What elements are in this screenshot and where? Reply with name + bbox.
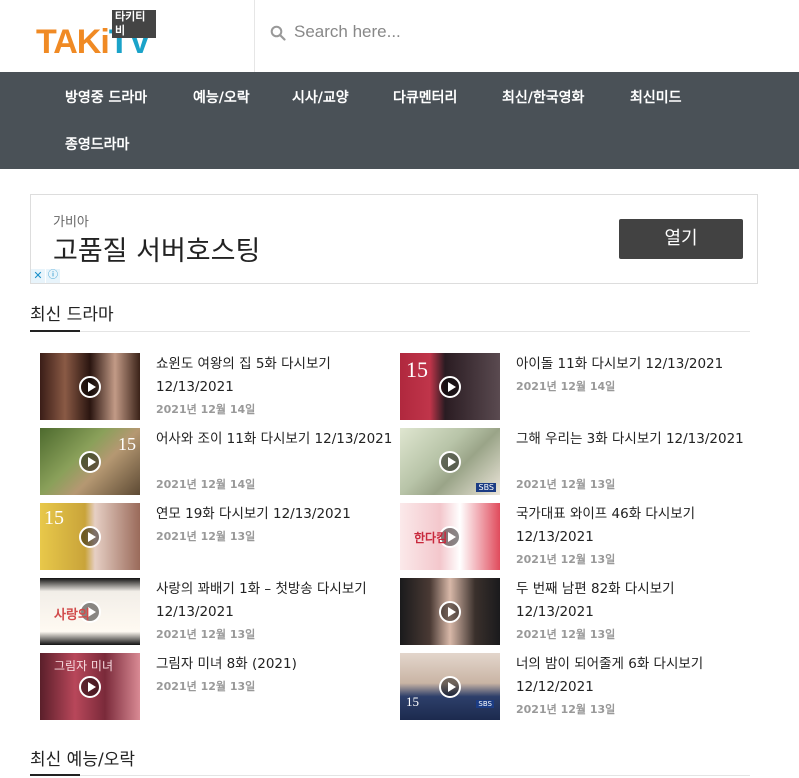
ad-open-button[interactable]: 열기 <box>619 219 743 259</box>
list-item: 15 어사와 조이 11화 다시보기 12/13/2021 2021년 12월 … <box>40 428 395 498</box>
sbs-logo-icon: SBS <box>476 483 496 492</box>
play-icon <box>79 451 101 473</box>
logo-subtitle: 타키티비 <box>112 10 156 38</box>
post-thumbnail[interactable]: 15 <box>40 503 140 570</box>
post-title[interactable]: 사랑의 꽈배기 1화 – 첫방송 다시보기 12/13/2021 <box>156 578 396 624</box>
post-thumbnail[interactable]: 그림자 미녀 <box>40 653 140 720</box>
post-title[interactable]: 쇼윈도 여왕의 집 5화 다시보기 12/13/2021 <box>156 353 396 399</box>
ad-close-icon[interactable]: ✕ <box>31 269 45 283</box>
ad-info-icon[interactable]: ⓘ <box>46 269 60 283</box>
play-icon <box>439 676 461 698</box>
nav-item-airing-drama[interactable]: 방영중 드라마 <box>65 89 147 107</box>
post-date: 2021년 12월 13일 <box>156 628 256 641</box>
post-thumbnail[interactable]: 15 <box>400 353 500 420</box>
nav-item-documentary[interactable]: 다큐멘터리 <box>393 89 457 107</box>
list-item: 쇼윈도 여왕의 집 5화 다시보기 12/13/2021 2021년 12월 1… <box>40 353 395 423</box>
post-title[interactable]: 그림자 미녀 8화 (2021) <box>156 653 396 676</box>
post-date: 2021년 12월 13일 <box>516 478 616 491</box>
post-thumbnail[interactable]: 15 <box>40 428 140 495</box>
list-item: 한다킴 국가대표 와이프 46화 다시보기 12/13/2021 2021년 1… <box>400 503 755 573</box>
list-item: 그림자 미녀 그림자 미녀 8화 (2021) 2021년 12월 13일 <box>40 653 395 723</box>
section-title-variety: 최신 예능/오락 <box>30 750 135 770</box>
search-icon[interactable] <box>270 25 286 41</box>
list-item: 15 아이돌 11화 다시보기 12/13/2021 2021년 12월 14일 <box>400 353 755 423</box>
list-item: 두 번째 남편 82화 다시보기 12/13/2021 2021년 12월 13… <box>400 578 755 648</box>
post-date: 2021년 12월 13일 <box>516 628 616 641</box>
search-input[interactable] <box>294 18 774 46</box>
sbs-logo-icon: SBS <box>476 700 494 708</box>
list-item: SBS 그해 우리는 3화 다시보기 12/13/2021 2021년 12월 … <box>400 428 755 498</box>
thumbnail-title-text: 그림자 미녀 <box>54 659 114 673</box>
nav-item-us-drama[interactable]: 최신미드 <box>630 89 682 107</box>
rating-15-icon: 15 <box>406 694 419 709</box>
play-icon <box>79 676 101 698</box>
nav-item-variety[interactable]: 예능/오락 <box>193 89 250 107</box>
nav-item-ended-drama[interactable]: 종영드라마 <box>65 136 129 154</box>
post-date: 2021년 12월 13일 <box>516 703 616 716</box>
section-divider <box>30 775 750 776</box>
post-title[interactable]: 국가대표 와이프 46화 다시보기 12/13/2021 <box>516 503 756 549</box>
post-title[interactable]: 아이돌 11화 다시보기 12/13/2021 <box>516 353 756 376</box>
site-header: TAKiTV 타키티비 <box>0 0 799 72</box>
post-title[interactable]: 그해 우리는 3화 다시보기 12/13/2021 <box>516 428 756 451</box>
section-underline <box>30 774 80 776</box>
post-date: 2021년 12월 14일 <box>156 403 256 416</box>
post-title[interactable]: 너의 밤이 되어줄게 6화 다시보기 12/12/2021 <box>516 653 756 699</box>
ad-advertiser: 가비아 <box>53 215 89 230</box>
thumbnail-title-text: 한다킴 <box>414 531 448 545</box>
post-title[interactable]: 연모 19화 다시보기 12/13/2021 <box>156 503 396 526</box>
ad-headline[interactable]: 고품질 서버호스팅 <box>53 229 260 268</box>
logo-area: TAKiTV 타키티비 <box>0 0 255 72</box>
play-icon <box>79 526 101 548</box>
section-title-drama: 최신 드라마 <box>30 305 114 325</box>
rating-15-icon: 15 <box>44 507 64 529</box>
post-date: 2021년 12월 13일 <box>156 680 256 693</box>
post-title[interactable]: 두 번째 남편 82화 다시보기 12/13/2021 <box>516 578 756 624</box>
play-icon <box>439 451 461 473</box>
post-date: 2021년 12월 14일 <box>516 380 616 393</box>
logo-text-a: TAKi <box>36 23 110 61</box>
site-logo[interactable]: TAKiTV 타키티비 <box>36 10 156 60</box>
post-thumbnail[interactable]: 한다킴 <box>400 503 500 570</box>
list-item: 15 SBS 너의 밤이 되어줄게 6화 다시보기 12/12/2021 202… <box>400 653 755 723</box>
ad-banner[interactable]: 가비아 고품질 서버호스팅 열기 ✕ ⓘ <box>30 194 758 284</box>
main-nav: 방영중 드라마 예능/오락 시사/교양 다큐멘터리 최신/한국영화 최신미드 종… <box>0 72 799 169</box>
post-date: 2021년 12월 13일 <box>156 530 256 543</box>
play-icon <box>79 376 101 398</box>
section-divider <box>30 331 750 332</box>
rating-15-icon: 15 <box>118 434 136 454</box>
thumbnail-title-text: 사랑의 <box>54 608 90 623</box>
section-underline <box>30 330 80 332</box>
post-thumbnail[interactable] <box>40 353 140 420</box>
rating-15-icon: 15 <box>406 357 428 382</box>
nav-item-movies[interactable]: 최신/한국영화 <box>502 89 584 107</box>
post-thumbnail[interactable]: 15 SBS <box>400 653 500 720</box>
play-icon <box>439 601 461 623</box>
list-item: 15 연모 19화 다시보기 12/13/2021 2021년 12월 13일 <box>40 503 395 573</box>
post-thumbnail[interactable]: SBS <box>400 428 500 495</box>
nav-item-current-affairs[interactable]: 시사/교양 <box>292 89 349 107</box>
play-icon <box>439 376 461 398</box>
post-thumbnail[interactable]: 사랑의 <box>40 578 140 645</box>
post-title[interactable]: 어사와 조이 11화 다시보기 12/13/2021 <box>156 428 396 451</box>
list-item: 사랑의 사랑의 꽈배기 1화 – 첫방송 다시보기 12/13/2021 202… <box>40 578 395 648</box>
post-date: 2021년 12월 14일 <box>156 478 256 491</box>
post-date: 2021년 12월 13일 <box>516 553 616 566</box>
post-thumbnail[interactable] <box>400 578 500 645</box>
